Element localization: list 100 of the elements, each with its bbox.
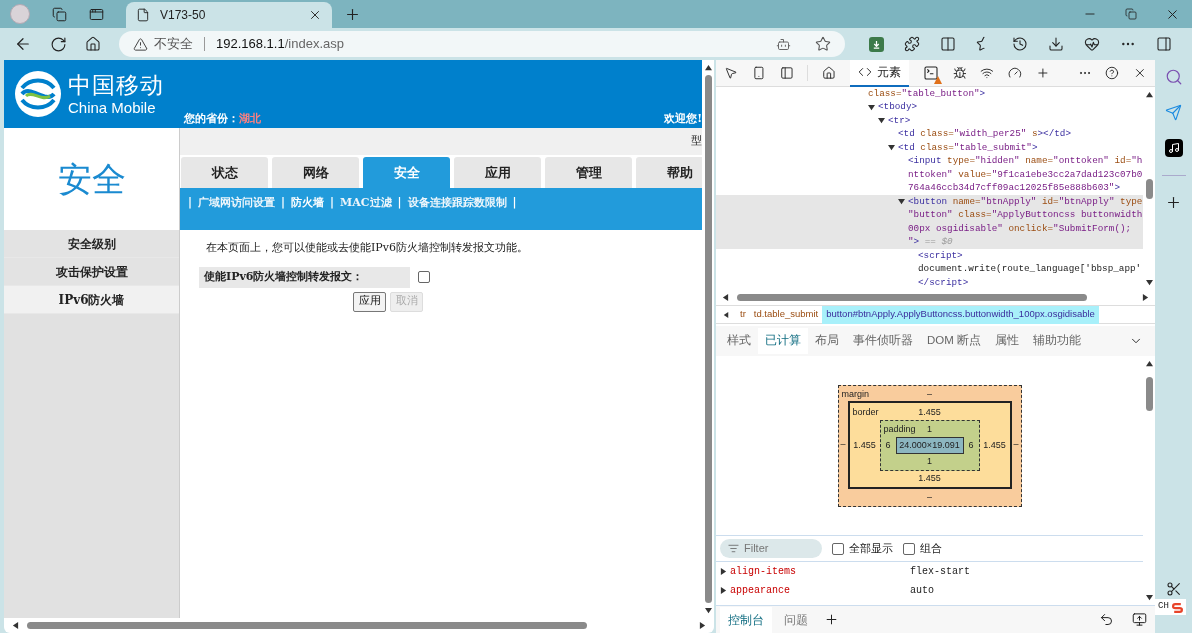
scroll-left-icon[interactable] (723, 311, 729, 318)
dock-icon[interactable] (779, 65, 794, 81)
checkbox[interactable] (903, 542, 915, 555)
scroll-right-icon[interactable] (1142, 294, 1149, 301)
favorite-icon[interactable] (815, 36, 831, 52)
add-tab-icon[interactable] (824, 612, 839, 627)
help-icon[interactable] (1105, 65, 1120, 81)
breadcrumb-item[interactable]: tr (736, 305, 750, 324)
expand-arrow-icon[interactable] (868, 103, 875, 111)
add-tool-icon[interactable] (1035, 65, 1050, 81)
filter-input[interactable]: Filter (744, 540, 814, 557)
device-icon[interactable] (751, 65, 766, 81)
scrollbar-thumb[interactable] (1145, 178, 1153, 199)
refresh-icon[interactable] (50, 35, 67, 53)
nav-tab[interactable]: 状态 (181, 157, 268, 188)
scrollbar-thumb[interactable] (704, 75, 712, 603)
nav-tab[interactable]: 应用 (454, 157, 541, 188)
tab-actions-icon[interactable] (89, 6, 104, 22)
sidebar-toggle-icon[interactable] (1156, 36, 1172, 52)
nav-tab[interactable]: 帮助 (636, 157, 702, 188)
performance-icon[interactable] (1008, 65, 1022, 81)
expand-arrow-icon[interactable] (720, 568, 727, 575)
code-line[interactable]: <input type="hidden" name="onttoken" id="h (908, 154, 1143, 169)
expand-arrow-icon[interactable] (878, 117, 885, 125)
box-value: – (927, 387, 932, 400)
panel-tab[interactable]: 辅助功能 (1026, 328, 1089, 354)
panel-tab[interactable]: 事件侦听器 (846, 328, 920, 354)
scroll-left-icon[interactable] (12, 622, 19, 629)
nav-tab[interactable]: 网络 (272, 157, 359, 188)
checkbox[interactable] (832, 542, 844, 555)
extension-icon[interactable] (869, 36, 884, 52)
code-line[interactable]: <tr> (888, 113, 911, 128)
panel-tab[interactable]: 已计算 (758, 328, 808, 354)
code-line[interactable]: <script> (918, 248, 963, 263)
music-app-icon[interactable] (1164, 139, 1183, 157)
workspaces-icon[interactable] (52, 6, 67, 22)
panel-tab[interactable]: 属性 (988, 328, 1027, 354)
sidebar-item[interactable]: IPv6防火墙 (4, 286, 179, 314)
code-line[interactable]: </script> (918, 275, 969, 290)
apply-button[interactable]: 应用 (353, 291, 386, 312)
expand-arrow-icon[interactable] (720, 587, 727, 594)
code-line[interactable]: nttoken" value="9f1ca1ebe3cc2a7dad123c07b0 (908, 167, 1143, 182)
scroll-down-icon[interactable] (1145, 594, 1153, 601)
back-icon[interactable] (14, 35, 32, 53)
network-icon[interactable] (980, 65, 995, 81)
home-icon[interactable] (822, 65, 836, 81)
scroll-down-icon[interactable] (1145, 279, 1153, 286)
inspect-icon[interactable] (724, 65, 738, 81)
address-bar[interactable]: 不安全 192.168.1.1/index.asp (119, 31, 845, 57)
checkbox[interactable] (418, 271, 430, 283)
split-screen-icon[interactable] (940, 36, 956, 52)
code-line[interactable]: <td class="width_per25" s></td> (898, 127, 1071, 142)
elements-tab[interactable]: 元素 (850, 60, 909, 87)
code-line[interactable]: <td class="table_submit"> (898, 140, 1038, 155)
property-value: flex-start (910, 565, 970, 579)
expand-arrow-icon[interactable] (898, 198, 905, 206)
scroll-down-icon[interactable] (704, 607, 712, 614)
bug-icon[interactable] (952, 65, 967, 81)
scroll-up-icon[interactable] (704, 64, 712, 71)
code-line[interactable]: class="table_button"> (868, 87, 986, 101)
scroll-right-icon[interactable] (699, 622, 706, 629)
breadcrumb-item[interactable]: button#btnApply.ApplyButtoncss.buttonwidth_100px.osgidisable (822, 305, 1099, 324)
scroll-left-icon[interactable] (722, 294, 729, 301)
search-icon[interactable] (1164, 68, 1183, 86)
panel-tab[interactable]: 样式 (720, 328, 758, 354)
history-icon[interactable] (1012, 36, 1028, 52)
download-icon[interactable] (1048, 36, 1064, 52)
page-icon[interactable] (136, 8, 150, 22)
filter-field[interactable]: Filter (720, 539, 822, 558)
panel-tab[interactable]: DOM 断点 (920, 328, 989, 354)
screencast-icon[interactable] (1132, 612, 1147, 627)
panel-tab[interactable]: 布局 (808, 328, 846, 354)
health-icon[interactable] (1084, 36, 1100, 52)
code-line[interactable]: 764a46ccb34d7cff09ac12025f85e888b603"> (908, 181, 1121, 196)
screenshot-icon[interactable] (1165, 581, 1182, 597)
breadcrumb-item[interactable]: td.table_submit (749, 305, 823, 324)
ime-logo-icon[interactable] (1171, 601, 1183, 613)
drawer-tab[interactable]: 问题 (776, 606, 816, 633)
close-icon[interactable] (308, 8, 322, 22)
scroll-up-icon[interactable] (1145, 360, 1153, 367)
console-icon[interactable] (922, 65, 939, 81)
scroll-up-icon[interactable] (1145, 91, 1153, 98)
drawer-tab[interactable]: 控制台 (720, 606, 772, 633)
add-icon[interactable] (1165, 194, 1182, 211)
home-icon[interactable] (85, 36, 101, 52)
browser-tab[interactable]: V173-50 (126, 2, 332, 28)
property-name: align-items (729, 565, 797, 579)
restore-icon[interactable] (1125, 8, 1137, 20)
extensions-icon[interactable] (904, 36, 920, 52)
code-line[interactable]: document.write(route_language['bbsp_app' (918, 262, 1142, 277)
expand-arrow-icon[interactable] (888, 144, 895, 152)
nav-tab[interactable]: 管理 (545, 157, 632, 188)
undock-icon[interactable] (1099, 612, 1114, 627)
box-label: border (851, 405, 879, 418)
scrollbar-thumb[interactable] (1145, 377, 1153, 411)
send-icon[interactable] (1165, 104, 1182, 121)
code-line[interactable]: "> == $0 (908, 235, 953, 250)
code-line[interactable]: <tbody> (878, 100, 918, 115)
province-name: 湖北 (239, 110, 261, 127)
option-label: 全部显示 (849, 541, 893, 557)
